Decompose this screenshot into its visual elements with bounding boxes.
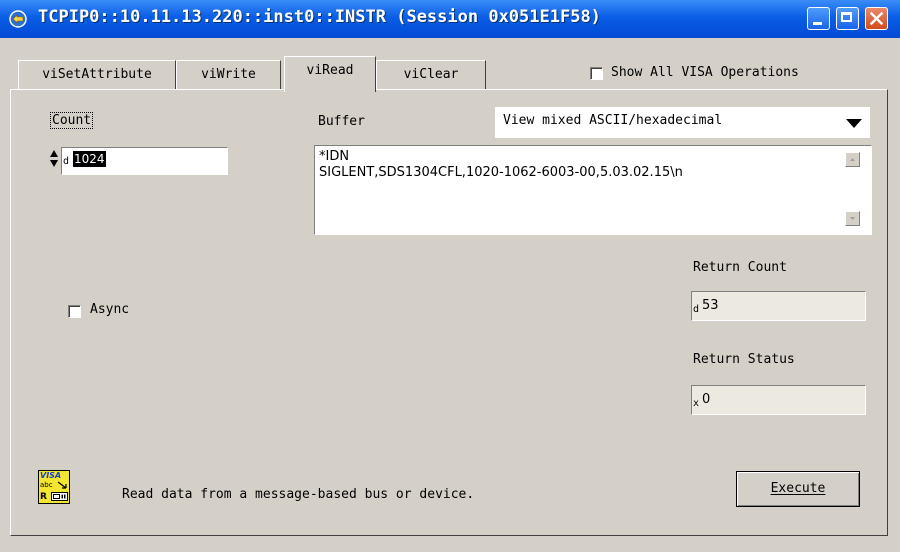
tab-viclear[interactable]: viClear bbox=[376, 60, 486, 89]
show-all-visa-checkbox[interactable] bbox=[590, 67, 603, 80]
read-arrow-icon bbox=[57, 481, 67, 489]
spin-down-icon[interactable] bbox=[49, 159, 59, 169]
maximize-button[interactable] bbox=[836, 7, 859, 30]
scroll-up-button[interactable] bbox=[845, 152, 860, 167]
visa-icon-line-2: abc bbox=[40, 481, 53, 489]
count-radix[interactable]: d bbox=[63, 156, 69, 167]
scroll-down-button[interactable] bbox=[845, 211, 860, 226]
show-all-visa-label[interactable]: Show All VISA Operations bbox=[611, 65, 799, 80]
return-status-value: 0 bbox=[702, 392, 711, 407]
buffer-line-2: SIGLENT,SDS1304CFL,1020-1062-6003-00,5.0… bbox=[319, 165, 683, 180]
execute-label-text: Execute bbox=[770, 481, 826, 496]
buffer-textarea[interactable]: *IDN SIGLENT,SDS1304CFL,1020-1062-6003-0… bbox=[314, 145, 872, 235]
visa-app-icon[interactable] bbox=[8, 9, 28, 29]
return-count-label: Return Count bbox=[693, 260, 787, 275]
visa-icon-line-3: R bbox=[40, 492, 47, 502]
return-status-radix: x bbox=[693, 398, 700, 409]
return-status-field: x 0 bbox=[691, 385, 866, 415]
window-title: TCPIP0::10.11.13.220::inst0::INSTR (Sess… bbox=[38, 7, 601, 27]
title-bar[interactable]: TCPIP0::10.11.13.220::inst0::INSTR (Sess… bbox=[0, 0, 900, 39]
count-spinner[interactable] bbox=[49, 147, 59, 171]
minimize-button[interactable] bbox=[807, 7, 830, 30]
tab-viwrite[interactable]: viWrite bbox=[176, 60, 281, 89]
return-count-field: d 53 bbox=[691, 291, 866, 321]
tab-visetattribute[interactable]: viSetAttribute bbox=[18, 60, 176, 89]
scroll-up-icon bbox=[850, 158, 855, 161]
scroll-down-icon bbox=[850, 217, 855, 220]
close-icon bbox=[870, 12, 883, 25]
visa-function-icon: VISA abc R bbox=[38, 470, 70, 504]
device-icon bbox=[51, 492, 68, 501]
return-status-label: Return Status bbox=[693, 352, 795, 367]
count-label: Count bbox=[50, 112, 94, 129]
buffer-scrollbar[interactable] bbox=[836, 147, 870, 233]
async-label[interactable]: Async bbox=[90, 302, 129, 317]
execute-button[interactable]: Execute bbox=[736, 471, 860, 507]
close-button[interactable] bbox=[865, 7, 888, 30]
spin-up-icon[interactable] bbox=[49, 148, 59, 158]
chevron-down-icon[interactable] bbox=[845, 117, 863, 129]
viread-panel: Count d 1024 Buffer View mixed ASCII/hex… bbox=[10, 89, 888, 536]
count-value[interactable]: 1024 bbox=[73, 151, 106, 167]
count-input[interactable]: d 1024 bbox=[61, 147, 228, 175]
buffer-label: Buffer bbox=[318, 114, 365, 129]
return-count-value: 53 bbox=[702, 298, 719, 313]
buffer-view-mode-select[interactable]: View mixed ASCII/hexadecimal bbox=[495, 107, 870, 138]
tab-viread[interactable]: viRead bbox=[284, 56, 376, 92]
async-checkbox[interactable] bbox=[68, 305, 81, 318]
execute-label: Execute bbox=[737, 481, 859, 496]
return-count-radix: d bbox=[693, 304, 700, 315]
operation-description: Read data from a message-based bus or de… bbox=[122, 487, 475, 502]
buffer-view-mode-value: View mixed ASCII/hexadecimal bbox=[503, 113, 723, 128]
visa-icon-line-1: VISA bbox=[40, 471, 62, 480]
count-label-text: Count bbox=[52, 113, 92, 128]
buffer-line-1: *IDN bbox=[319, 149, 350, 164]
